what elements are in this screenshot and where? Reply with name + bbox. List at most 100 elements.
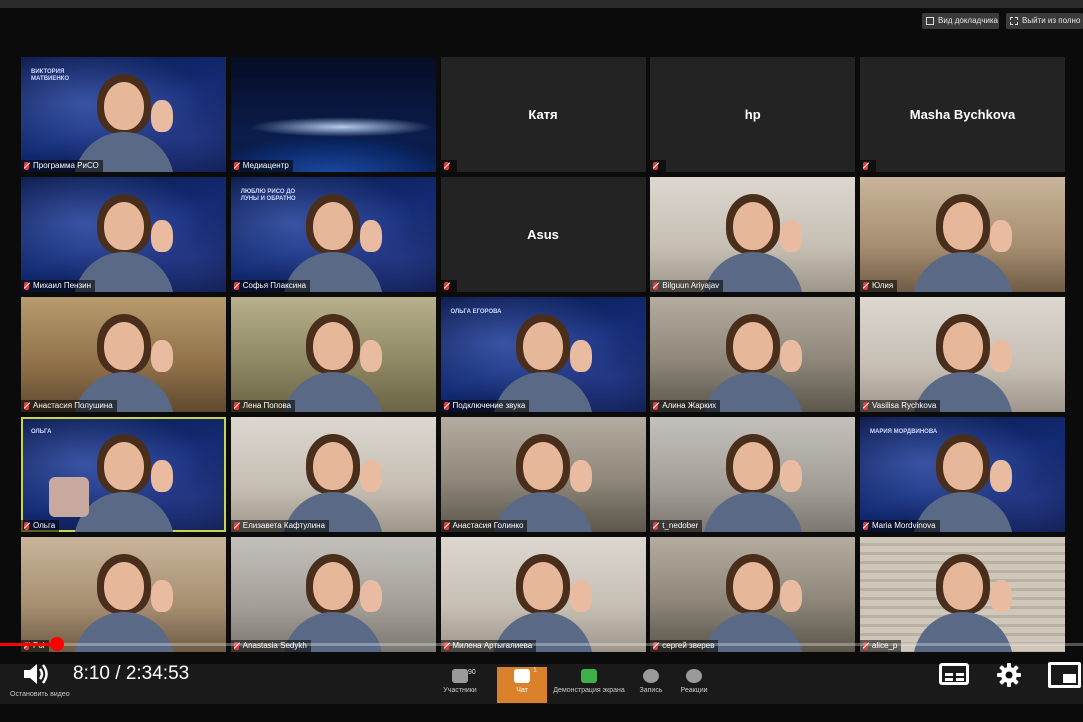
participant-name-tag: Подключение звука (440, 400, 530, 412)
participant-name: Михаил Пензин (33, 281, 92, 290)
exit-fullscreen-icon (1010, 17, 1018, 25)
participant-tile[interactable]: ОЛЬГА Ольга (21, 417, 226, 532)
speaker-view-label: Вид докладчика (938, 16, 998, 25)
participant-tile[interactable]: Pol (21, 537, 226, 652)
participant-name-tag: Bilguun Ariyajav (650, 280, 724, 292)
participant-video (908, 312, 1018, 412)
muted-mic-icon (863, 162, 868, 170)
participant-video (908, 552, 1018, 652)
participant-video (698, 552, 808, 652)
progress-scrubber[interactable] (50, 637, 65, 651)
participant-video (488, 432, 598, 532)
participant-name-tag: Юлия (860, 280, 898, 292)
subtitles-icon[interactable] (939, 663, 969, 685)
participant-name-tag (440, 280, 457, 292)
participant-video (278, 432, 388, 532)
participant-tile[interactable]: сергей зверев (650, 537, 856, 652)
miniplayer-icon[interactable] (1048, 662, 1081, 688)
participant-name-tag (650, 160, 667, 172)
participant-name: Подключение звука (452, 401, 526, 410)
participant-video (698, 312, 808, 412)
participant-video (488, 312, 598, 412)
participant-tile[interactable]: alice_p (860, 537, 1065, 652)
participant-video (69, 192, 179, 292)
exit-fullscreen-button[interactable]: Выйти из полно (1006, 13, 1083, 29)
muted-mic-icon (443, 162, 449, 170)
participant-video (908, 432, 1018, 532)
participant-tile[interactable]: ОЛЬГА ЕГОРОВА Подключение звука (440, 297, 646, 412)
participant-tile[interactable]: Masha Bychkova (860, 57, 1065, 172)
participant-name-tag (860, 160, 876, 172)
participant-tile[interactable]: Анастасия Полушина (21, 297, 226, 412)
muted-mic-icon (24, 402, 29, 410)
participant-tile[interactable]: t_nedober (650, 417, 856, 532)
participant-video (69, 552, 179, 652)
participant-tile[interactable]: ВИКТОРИЯ МАТВИЕНКО Программа РиСО (21, 57, 226, 172)
participant-name-tag: Софья Плаксина (230, 280, 311, 292)
participant-name-tag: Медиацентр (230, 160, 293, 172)
participant-tile[interactable]: Anastasia Sedykh (230, 537, 436, 652)
exit-fullscreen-label: Выйти из полно (1022, 16, 1081, 25)
muted-mic-icon (233, 162, 239, 170)
participant-name-tag: Программа РиСО (21, 160, 103, 172)
participant-video (278, 552, 388, 652)
participant-name-tag: Ольга (21, 520, 60, 532)
participant-tile[interactable]: Vasilisa Rychkova (860, 297, 1065, 412)
participant-tile[interactable]: Катя (440, 57, 646, 172)
muted-mic-icon (443, 282, 449, 290)
participant-video (69, 312, 179, 412)
participant-tile[interactable]: Милена Артыгалиева (440, 537, 646, 652)
participant-tile[interactable]: Юлия (860, 177, 1065, 292)
muted-mic-icon (863, 282, 868, 290)
participant-tile[interactable]: Елизавета Кафтулина (230, 417, 436, 532)
participant-name-tag: Maria Mordvinova (860, 520, 940, 532)
participant-display-name: Masha Bychkova (909, 107, 1016, 122)
participant-tile[interactable]: Asus (440, 177, 646, 292)
participant-name-tag (440, 160, 457, 172)
participant-name: Bilguun Ariyajav (662, 281, 720, 290)
speaker-view-button[interactable]: Вид докладчика (922, 13, 999, 29)
muted-mic-icon (443, 402, 449, 410)
participant-tile[interactable]: Bilguun Ariyajav (650, 177, 856, 292)
settings-gear-icon[interactable] (996, 662, 1022, 688)
progress-played (0, 643, 58, 646)
participant-display-name: hp (744, 107, 761, 122)
participant-video (908, 192, 1018, 292)
time-display: 8:10 / 2:34:53 (73, 663, 190, 684)
participant-name-tag: Лена Попова (230, 400, 296, 412)
muted-mic-icon (653, 162, 659, 170)
top-strip (0, 0, 1083, 8)
participant-name: Ольга (33, 521, 56, 530)
participant-tile[interactable]: Лена Попова (230, 297, 436, 412)
participant-display-name: Asus (527, 227, 559, 242)
video-frame[interactable]: Вид докладчика Выйти из полно ВИКТОРИЯ М… (0, 0, 1083, 722)
muted-mic-icon (653, 282, 659, 290)
muted-mic-icon (24, 162, 29, 170)
muted-mic-icon (443, 522, 449, 530)
participant-name: t_nedober (662, 521, 699, 530)
participant-tile[interactable]: Алина Жарких (650, 297, 856, 412)
muted-mic-icon (233, 522, 239, 530)
participant-tile[interactable]: hp (650, 57, 856, 172)
participant-video (278, 192, 388, 292)
participant-display-name: Катя (528, 107, 558, 122)
participant-name: Алина Жарких (662, 401, 717, 410)
grid-icon (926, 17, 934, 25)
muted-mic-icon (653, 402, 659, 410)
participant-tile[interactable]: ЛЮБЛЮ РИСО ДО ЛУНЫ И ОБРАТНО Софья Плакси… (230, 177, 436, 292)
participant-name-tag: Алина Жарких (650, 400, 721, 412)
volume-icon[interactable] (22, 662, 50, 686)
muted-mic-icon (233, 282, 239, 290)
participant-tile[interactable]: МАРИЯ МОРДВИНОВА Maria Mordvinova (860, 417, 1065, 532)
participant-name-tag: Vasilisa Rychkova (860, 400, 941, 412)
participant-name: Елизавета Кафтулина (242, 521, 326, 530)
participant-name: Maria Mordvinova (872, 521, 936, 530)
participant-tile[interactable]: Анастасия Голинко (440, 417, 646, 532)
participant-name: Vasilisa Rychkova (872, 401, 937, 410)
participant-tile[interactable]: Медиацентр (230, 57, 436, 172)
participant-name: Анастасия Голинко (452, 521, 524, 530)
participant-tile[interactable]: Михаил Пензин (21, 177, 226, 292)
muted-mic-icon (863, 402, 868, 410)
muted-mic-icon (24, 522, 29, 530)
progress-bar[interactable] (0, 643, 1083, 646)
